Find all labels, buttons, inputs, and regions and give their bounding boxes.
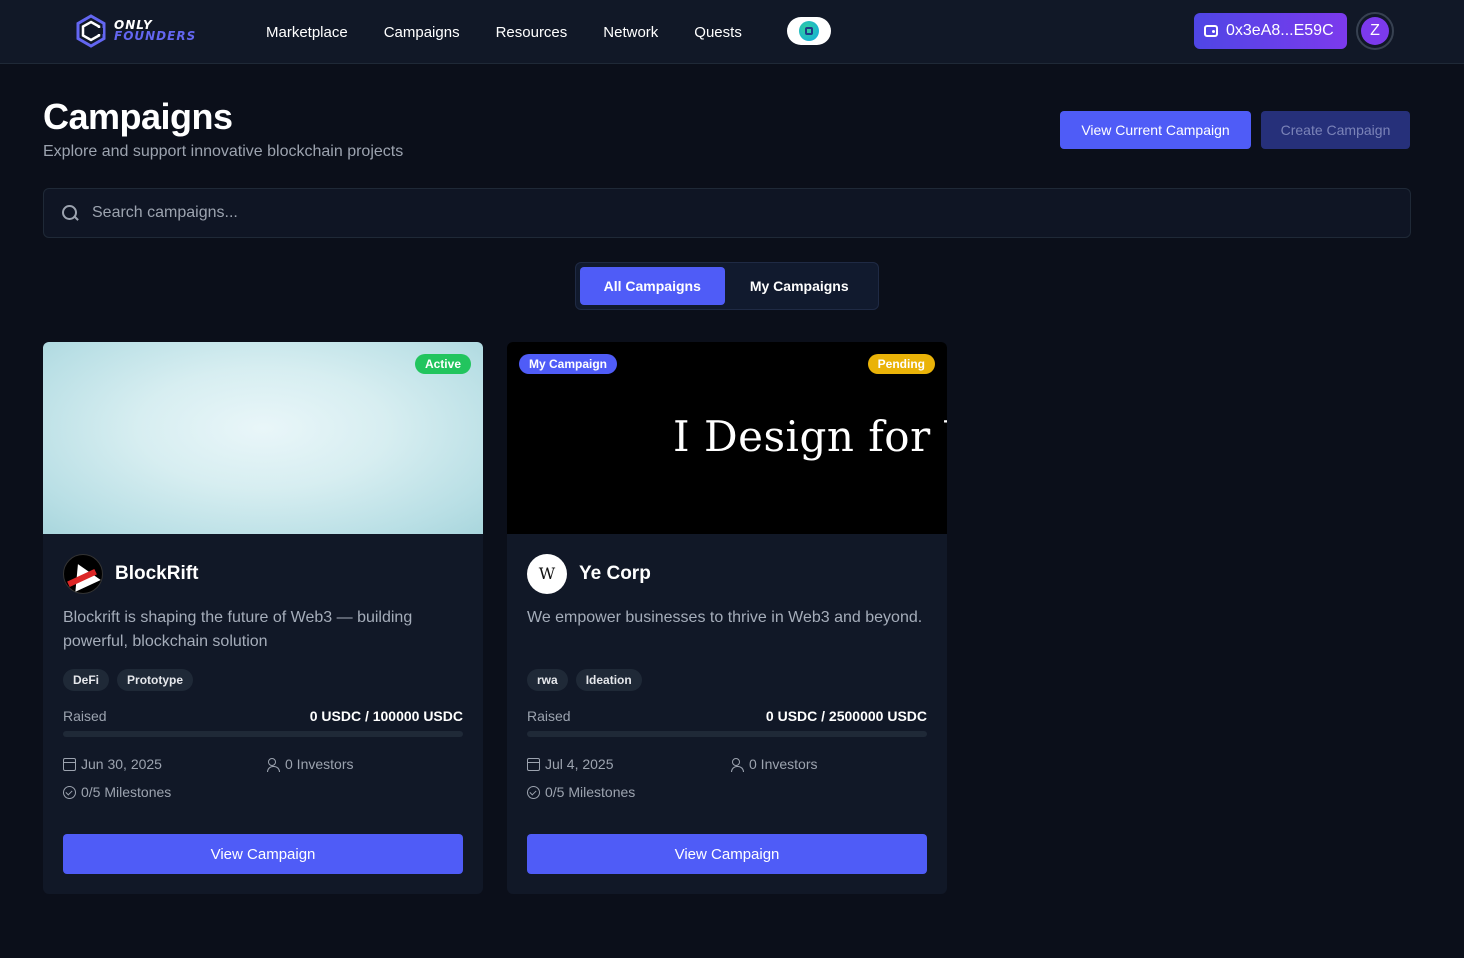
nav-link-campaigns[interactable]: Campaigns	[384, 24, 460, 41]
campaign-name: BlockRift	[115, 563, 199, 584]
calendar-icon	[527, 757, 540, 771]
users-icon	[267, 757, 280, 772]
campaign-tabs: All Campaigns My Campaigns	[575, 262, 879, 310]
tag: Prototype	[117, 669, 194, 691]
create-campaign-button[interactable]: Create Campaign	[1261, 111, 1410, 149]
check-circle-icon	[63, 785, 76, 799]
raised-value: 0 USDC / 2500000 USDC	[765, 708, 927, 724]
view-campaign-button[interactable]: View Campaign	[63, 834, 463, 874]
tab-my-campaigns[interactable]: My Campaigns	[725, 267, 874, 305]
nav-link-network[interactable]: Network	[603, 24, 658, 41]
banner-text: I Design for YC	[673, 412, 947, 461]
date-text: Jun 30, 2025	[81, 756, 162, 772]
user-avatar[interactable]: Z	[1356, 12, 1394, 50]
logo-hex-icon	[76, 14, 106, 48]
campaign-logo	[63, 554, 103, 594]
funding-progress-bar	[63, 731, 463, 737]
campaign-description: Blockrift is shaping the future of Web3 …	[63, 609, 413, 650]
wallet-button[interactable]: 0x3eA8...E59C	[1194, 13, 1347, 49]
search-input[interactable]	[92, 204, 1292, 222]
campaign-date: Jul 4, 2025	[527, 756, 614, 772]
wallet-address: 0x3eA8...E59C	[1226, 22, 1334, 39]
campaign-card: I Design for YC My Campaign Pending W Ye…	[507, 342, 947, 894]
nav-link-marketplace[interactable]: Marketplace	[266, 24, 348, 41]
top-navbar: ONLY FOUNDERS Marketplace Campaigns Reso…	[0, 0, 1464, 64]
campaign-milestones: 0/5 Milestones	[63, 784, 171, 800]
avatar-initial: Z	[1361, 17, 1389, 45]
campaign-investors: 0 Investors	[731, 756, 817, 772]
raised-label: Raised	[63, 708, 107, 724]
logo-wordmark: ONLY FOUNDERS	[114, 19, 197, 43]
nav-link-quests[interactable]: Quests	[694, 24, 742, 41]
search-bar	[43, 188, 1411, 238]
raised-value: 0 USDC / 100000 USDC	[309, 708, 463, 724]
brand-logo[interactable]: ONLY FOUNDERS	[74, 14, 204, 48]
raised-label: Raised	[527, 708, 571, 724]
tag: DeFi	[63, 669, 110, 691]
view-campaign-button[interactable]: View Campaign	[527, 834, 927, 874]
campaign-date: Jun 30, 2025	[63, 756, 162, 772]
campaign-description: We empower businesses to thrive in Web3 …	[527, 609, 923, 626]
date-text: Jul 4, 2025	[545, 756, 614, 772]
investors-text: 0 Investors	[285, 756, 354, 772]
search-icon	[62, 205, 78, 221]
campaign-card: Active BlockRift Blockrift is shaping th…	[43, 342, 483, 894]
campaign-header: BlockRift	[63, 554, 198, 594]
page-subtitle: Explore and support innovative blockchai…	[43, 143, 404, 160]
campaign-header: W Ye Corp	[527, 554, 651, 594]
main-nav: Marketplace Campaigns Resources Network …	[266, 0, 778, 64]
my-campaign-badge: My Campaign	[519, 354, 618, 374]
tag: rwa	[527, 669, 568, 691]
campaign-name: Ye Corp	[579, 563, 651, 584]
nav-link-resources[interactable]: Resources	[496, 24, 568, 41]
check-circle-icon	[527, 785, 540, 799]
campaign-tags: DeFi Prototype	[63, 669, 201, 691]
network-toggle[interactable]	[787, 17, 831, 45]
view-current-campaign-button[interactable]: View Current Campaign	[1060, 111, 1251, 149]
campaign-logo: W	[527, 554, 567, 594]
page-title: Campaigns	[43, 96, 233, 137]
tag: Ideation	[575, 669, 642, 691]
milestones-text: 0/5 Milestones	[545, 784, 636, 800]
campaign-tags: rwa Ideation	[527, 669, 650, 691]
logo-line-2: FOUNDERS	[114, 29, 197, 43]
funding-progress-bar	[527, 731, 927, 737]
campaign-investors: 0 Investors	[267, 756, 353, 772]
wallet-icon	[1204, 25, 1218, 37]
network-chain-icon	[799, 21, 819, 41]
investors-text: 0 Investors	[749, 756, 818, 772]
status-badge: Pending	[867, 354, 935, 374]
status-badge: Active	[414, 354, 471, 374]
tab-all-campaigns[interactable]: All Campaigns	[580, 267, 725, 305]
users-icon	[731, 757, 744, 772]
milestones-text: 0/5 Milestones	[81, 784, 172, 800]
campaign-milestones: 0/5 Milestones	[527, 784, 635, 800]
calendar-icon	[63, 757, 76, 771]
